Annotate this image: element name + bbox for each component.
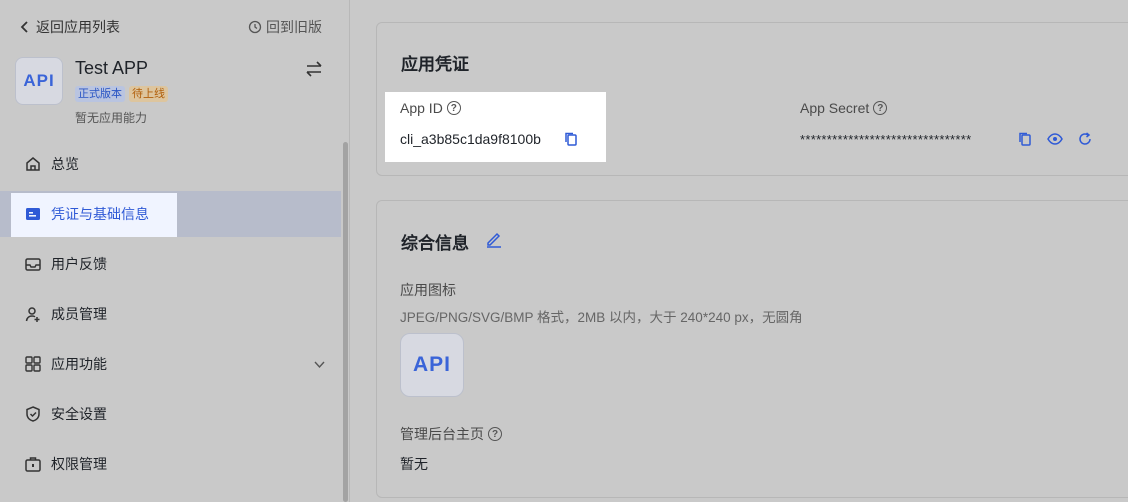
scrollbar-thumb[interactable] <box>343 142 348 502</box>
sidebar-item-label: 用户反馈 <box>51 256 107 272</box>
app-secret-value: ******************************** <box>800 132 972 147</box>
sidebar-item-label: 成员管理 <box>51 306 107 322</box>
app-avatar: API <box>15 57 63 105</box>
app-id-label-row: App ID ? <box>400 100 461 116</box>
user-add-icon <box>25 307 40 322</box>
copy-icon[interactable] <box>563 131 579 147</box>
eye-icon[interactable] <box>1047 131 1063 147</box>
sidebar-item-members[interactable]: 成员管理 <box>0 291 341 337</box>
sidebar-item-label: 凭证与基础信息 <box>51 206 149 222</box>
admin-home-value: 暂无 <box>400 456 428 472</box>
home-icon <box>26 157 40 171</box>
sidebar-item-label: 权限管理 <box>51 456 107 472</box>
help-icon[interactable]: ? <box>873 101 888 115</box>
app-secret-label: App Secret <box>800 100 870 116</box>
edit-icon[interactable] <box>485 230 503 248</box>
app-name: Test APP <box>75 58 149 78</box>
grid-icon <box>25 356 41 372</box>
sidebar-item-label: 总览 <box>51 156 79 172</box>
sidebar-item-overview[interactable]: 总览 <box>0 141 341 187</box>
credential-icon <box>26 208 40 220</box>
sidebar-scrollbar[interactable] <box>341 0 350 502</box>
refresh-icon[interactable] <box>1077 131 1093 147</box>
app-avatar-text: API <box>23 71 55 90</box>
admin-home-label-row: 管理后台主页 ? <box>400 424 502 444</box>
app-description: 暂无应用能力 <box>75 111 148 125</box>
history-icon <box>248 20 262 34</box>
sidebar-item-app-features[interactable]: 应用功能 <box>0 341 341 387</box>
sidebar: 返回应用列表 回到旧版 API Test APP 正式版本 待上线 暂无应用能力… <box>0 0 341 502</box>
mail-icon <box>25 258 41 271</box>
status-badge-pending: 待上线 <box>129 86 168 102</box>
old-version-label: 回到旧版 <box>266 19 322 35</box>
shield-icon <box>26 406 40 422</box>
app-icon-label: 应用图标 <box>400 282 456 298</box>
sidebar-item-label: 应用功能 <box>51 356 107 372</box>
chevron-down-icon[interactable] <box>313 358 326 371</box>
chevron-left-icon <box>20 21 28 33</box>
help-icon[interactable]: ? <box>446 101 461 115</box>
credentials-title: 应用凭证 <box>401 55 469 74</box>
help-icon[interactable]: ? <box>488 427 502 441</box>
app-icon-hint: JPEG/PNG/SVG/BMP 格式，2MB 以内，大于 240*240 px… <box>400 310 803 325</box>
app-id-value[interactable]: cli_a3b85c1da9f8100b <box>400 131 541 147</box>
app-icon-text: API <box>412 353 451 376</box>
sidebar-item-feedback[interactable]: 用户反馈 <box>0 241 341 287</box>
app-secret-label-row: App Secret ? <box>800 100 888 116</box>
app-badges: 正式版本 待上线 <box>75 86 168 102</box>
admin-home-label: 管理后台主页 <box>400 426 484 442</box>
app-icon-upload[interactable]: API <box>400 333 464 397</box>
status-badge-release: 正式版本 <box>75 86 125 102</box>
sidebar-item-label: 安全设置 <box>51 406 107 422</box>
sidebar-item-permissions[interactable]: 权限管理 <box>0 441 341 487</box>
back-to-old-version-link[interactable]: 回到旧版 <box>248 17 322 37</box>
app-id-label: App ID <box>400 100 443 116</box>
back-to-app-list-link[interactable]: 返回应用列表 <box>20 17 120 37</box>
copy-icon[interactable] <box>1017 131 1033 147</box>
sidebar-item-security[interactable]: 安全设置 <box>0 391 341 437</box>
general-info-title: 综合信息 <box>401 234 469 253</box>
sidebar-item-credentials[interactable]: 凭证与基础信息 <box>0 191 341 237</box>
switch-app-icon[interactable] <box>304 59 324 79</box>
briefcase-icon <box>25 457 41 472</box>
general-info-card: 综合信息 <box>376 200 1128 498</box>
back-label: 返回应用列表 <box>36 19 120 35</box>
